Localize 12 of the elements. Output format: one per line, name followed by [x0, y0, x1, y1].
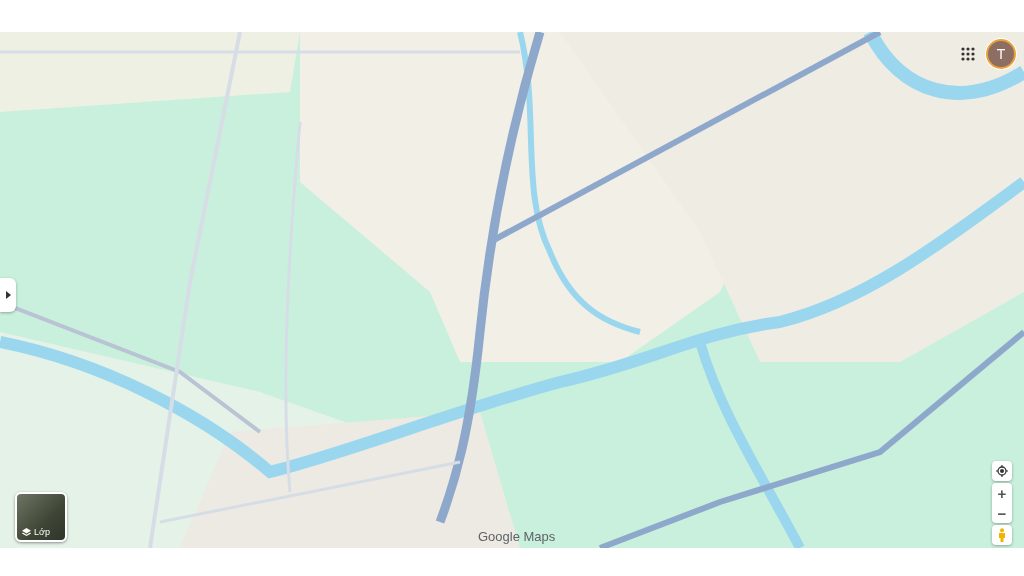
my-location-button[interactable] [992, 461, 1012, 481]
zoom-out-button[interactable]: − [992, 503, 1012, 523]
layers-icon [22, 528, 31, 537]
zoom-in-button[interactable]: + [992, 483, 1012, 503]
layers-button[interactable]: Lớp [15, 492, 67, 542]
location-target-icon [996, 465, 1008, 477]
apps-grid-icon[interactable] [961, 47, 975, 61]
map-attribution: Google Maps [478, 529, 556, 544]
account-avatar[interactable]: T [988, 41, 1014, 67]
pegman-icon [998, 528, 1006, 542]
caret-icon [5, 291, 11, 299]
side-panel-toggle[interactable] [0, 278, 16, 312]
